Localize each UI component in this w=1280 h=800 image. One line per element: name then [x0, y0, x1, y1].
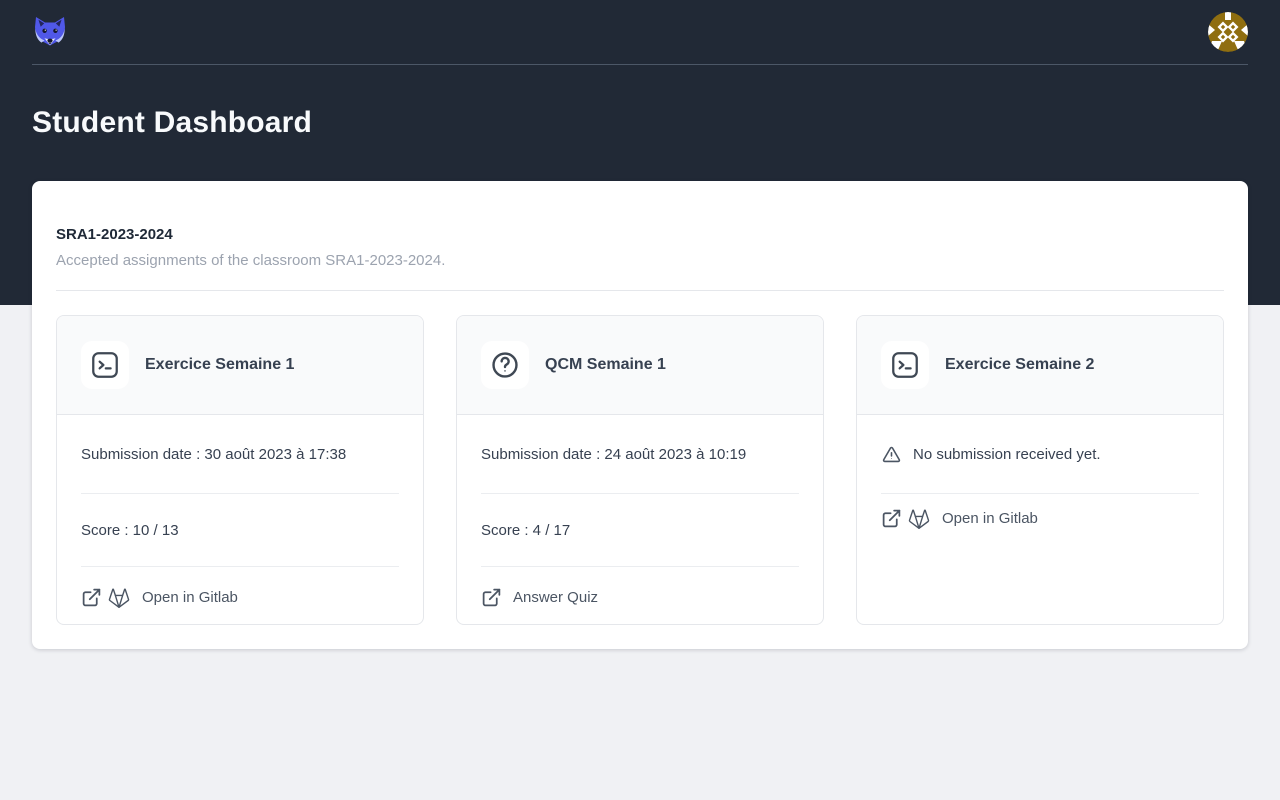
warning-text: No submission received yet. [913, 446, 1101, 463]
page-title: Student Dashboard [32, 105, 1248, 141]
fox-logo-icon[interactable] [32, 14, 68, 50]
card-body: No submission received yet. Open in Gitl… [857, 415, 1223, 624]
warning-triangle-icon [881, 444, 902, 465]
submission-date: Submission date : 24 août 2023 à 10:19 [457, 415, 823, 493]
gitlab-tanuki-icon [107, 587, 131, 609]
assignment-card-exercice-semaine-2: Exercice Semaine 2 No submission receive… [856, 315, 1224, 625]
assignment-title: Exercice Semaine 1 [145, 356, 294, 374]
link-label: Open in Gitlab [942, 510, 1038, 527]
classroom-subtitle: Accepted assignments of the classroom SR… [56, 252, 1224, 269]
circle-question-icon [481, 341, 529, 389]
navbar [32, 0, 1248, 65]
terminal-icon [881, 341, 929, 389]
open-in-gitlab-link[interactable]: Open in Gitlab [57, 567, 423, 625]
answer-quiz-link[interactable]: Answer Quiz [457, 567, 823, 625]
card-header: Exercice Semaine 1 [57, 316, 423, 415]
classroom-panel: SRA1-2023-2024 Accepted assignments of t… [32, 181, 1248, 649]
score: Score : 4 / 17 [457, 494, 823, 566]
score: Score : 10 / 13 [57, 494, 423, 566]
assignment-title: Exercice Semaine 2 [945, 356, 1094, 374]
card-body: Submission date : 24 août 2023 à 10:19 S… [457, 415, 823, 625]
submission-date: Submission date : 30 août 2023 à 17:38 [57, 415, 423, 493]
user-avatar[interactable] [1208, 12, 1248, 52]
gitlab-tanuki-icon [907, 508, 931, 530]
external-link-icon [481, 587, 502, 608]
panel-divider [56, 290, 1224, 291]
assignment-card-exercice-semaine-1: Exercice Semaine 1 Submission date : 30 … [56, 315, 424, 625]
assignment-title: QCM Semaine 1 [545, 356, 666, 374]
card-body: Submission date : 30 août 2023 à 17:38 S… [57, 415, 423, 625]
open-in-gitlab-link[interactable]: Open in Gitlab [857, 494, 1223, 543]
terminal-icon [81, 341, 129, 389]
assignment-card-qcm-semaine-1: QCM Semaine 1 Submission date : 24 août … [456, 315, 824, 625]
external-link-icon [81, 587, 102, 608]
external-link-icon [881, 508, 902, 529]
card-header: Exercice Semaine 2 [857, 316, 1223, 415]
link-label: Open in Gitlab [142, 589, 238, 606]
no-submission-row: No submission received yet. [857, 415, 1223, 493]
link-label: Answer Quiz [513, 589, 598, 606]
assignment-cards-grid: Exercice Semaine 1 Submission date : 30 … [56, 315, 1224, 625]
classroom-title: SRA1-2023-2024 [56, 226, 1224, 243]
card-header: QCM Semaine 1 [457, 316, 823, 415]
